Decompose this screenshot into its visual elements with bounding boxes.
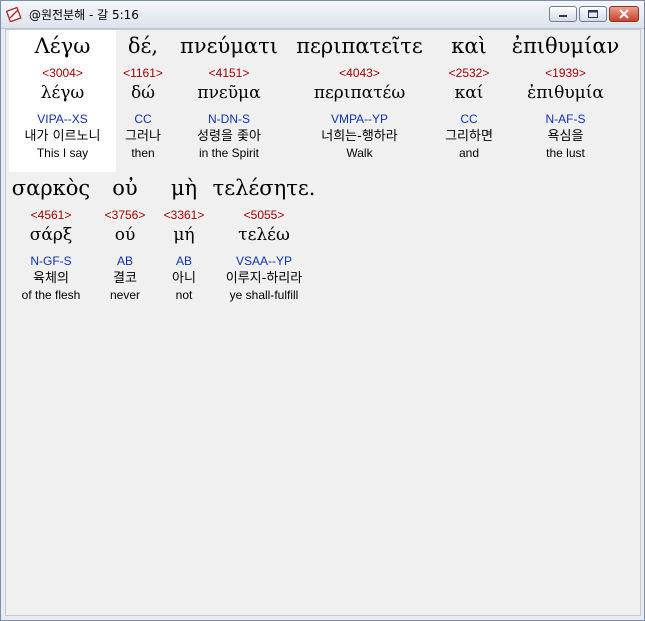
window-title: @원전분해 - 갈 5:16 [29, 8, 139, 22]
lemma: σάρξ [29, 225, 73, 245]
word-block[interactable]: σαρκὸς <4561> σάρξ N-GF-S 육체의 of the fle… [10, 175, 92, 302]
korean-gloss: 결코 [113, 271, 137, 286]
greek-word: ἐπιθυμίαν [511, 34, 620, 58]
strong-number: <4561> [30, 208, 72, 222]
korean-gloss: 육체의 [33, 271, 69, 286]
word-block[interactable]: οὐ <3756> ού AB 결코 never [100, 175, 150, 302]
lemma: πνεῦμα [197, 83, 261, 103]
maximize-button[interactable] [579, 6, 607, 22]
strong-number: <4151> [208, 66, 250, 80]
lemma: ού [114, 225, 136, 245]
english-gloss: and [458, 146, 480, 160]
greek-word: σαρκὸς [11, 176, 91, 200]
korean-gloss: 그러나 [125, 129, 161, 144]
parsing-code: N-DN-S [208, 112, 250, 126]
lemma: περιπατέω [313, 83, 406, 103]
english-gloss: of the flesh [21, 288, 81, 302]
english-gloss: in the Spirit [198, 146, 260, 160]
greek-word: Λέγω [34, 34, 91, 58]
strong-number: <1161> [123, 66, 163, 80]
english-gloss: then [131, 146, 155, 160]
bible-book-icon [6, 6, 22, 22]
parsing-code: CC [134, 112, 152, 126]
greek-word: οὐ [112, 176, 138, 200]
lemma: δώ [130, 83, 156, 103]
parsing-code: N-AF-S [545, 112, 586, 126]
word-block[interactable]: καὶ <2532> καί CC 그리하면 and [431, 33, 507, 160]
parsing-code: VMPA--YP [330, 112, 389, 126]
korean-gloss: 욕심을 [547, 129, 584, 144]
english-gloss: This I say [36, 146, 89, 160]
parsing-code: AB [175, 254, 192, 268]
korean-gloss: 아니 [172, 271, 196, 286]
word-block[interactable]: Λέγω <3004> λέγω VIPA--XS 내가 이르노니 This I… [9, 33, 116, 160]
strong-number: <1939> [545, 66, 586, 80]
english-gloss: the lust [546, 146, 585, 160]
parsing-code: N-GF-S [30, 254, 72, 268]
strong-number: <5055> [243, 208, 285, 222]
parsing-code: AB [116, 254, 133, 268]
word-block[interactable]: ἐπιθυμίαν <1939> ἐπιθυμία N-AF-S 욕심을 the… [507, 33, 624, 160]
strong-number: <4043> [339, 66, 380, 80]
parsing-code: CC [460, 112, 478, 126]
word-block[interactable]: μὴ <3361> μή AB 아니 not [160, 175, 208, 302]
maximize-icon [588, 10, 598, 18]
lemma: μή [173, 225, 195, 245]
parsing-code: VSAA--YP [235, 254, 292, 268]
close-icon [619, 9, 629, 19]
strong-number: <3361> [163, 208, 205, 222]
greek-word: πνεύματι [180, 34, 278, 58]
korean-gloss: 너희는-행하라 [321, 129, 398, 144]
close-button[interactable] [609, 6, 639, 22]
word-block[interactable]: δέ, <1161> δώ CC 그러나 then [116, 33, 170, 160]
korean-gloss: 내가 이르노니 [24, 129, 101, 144]
korean-gloss: 그리하면 [445, 129, 493, 144]
strong-number: <3756> [104, 208, 146, 222]
word-block[interactable]: περιπατεῖτε <4043> περιπατέω VMPA--YP 너희… [288, 33, 431, 160]
english-gloss: Walk [346, 146, 373, 160]
word-block[interactable]: πνεύματι <4151> πνεῦμα N-DN-S 성령을 좇아 in … [170, 33, 288, 160]
greek-word: δέ, [127, 34, 159, 58]
strong-number: <2532> [448, 66, 490, 80]
lemma: ἐπιθυμία [527, 83, 604, 103]
greek-word: μὴ [170, 176, 198, 200]
parsing-code: VIPA--XS [37, 112, 88, 126]
minimize-icon [559, 15, 567, 17]
title-bar[interactable]: @원전분해 - 갈 5:16 [1, 1, 644, 29]
english-gloss: never [109, 288, 141, 302]
minimize-button[interactable] [549, 6, 577, 22]
strong-number: <3004> [42, 66, 83, 80]
korean-gloss: 성령을 좇아 [197, 129, 261, 144]
greek-word: περιπατεῖτε [296, 34, 423, 58]
greek-word: τελέσητε. [212, 176, 316, 200]
main-window: @원전분해 - 갈 5:16 Λέγω <3004> λέγω VIPA--XS… [0, 0, 645, 621]
lemma: λέγω [40, 83, 85, 103]
lemma: τελέω [238, 225, 290, 245]
word-block[interactable]: τελέσητε. <5055> τελέω VSAA--YP 이루지-하리라 … [208, 175, 320, 302]
english-gloss: ye shall-fulfill [229, 288, 299, 302]
interlinear-panel: Λέγω <3004> λέγω VIPA--XS 내가 이르노니 This I… [5, 29, 641, 616]
lemma: καί [454, 83, 484, 103]
english-gloss: not [175, 288, 193, 302]
korean-gloss: 이루지-하리라 [225, 271, 303, 286]
greek-word: καὶ [451, 34, 487, 58]
